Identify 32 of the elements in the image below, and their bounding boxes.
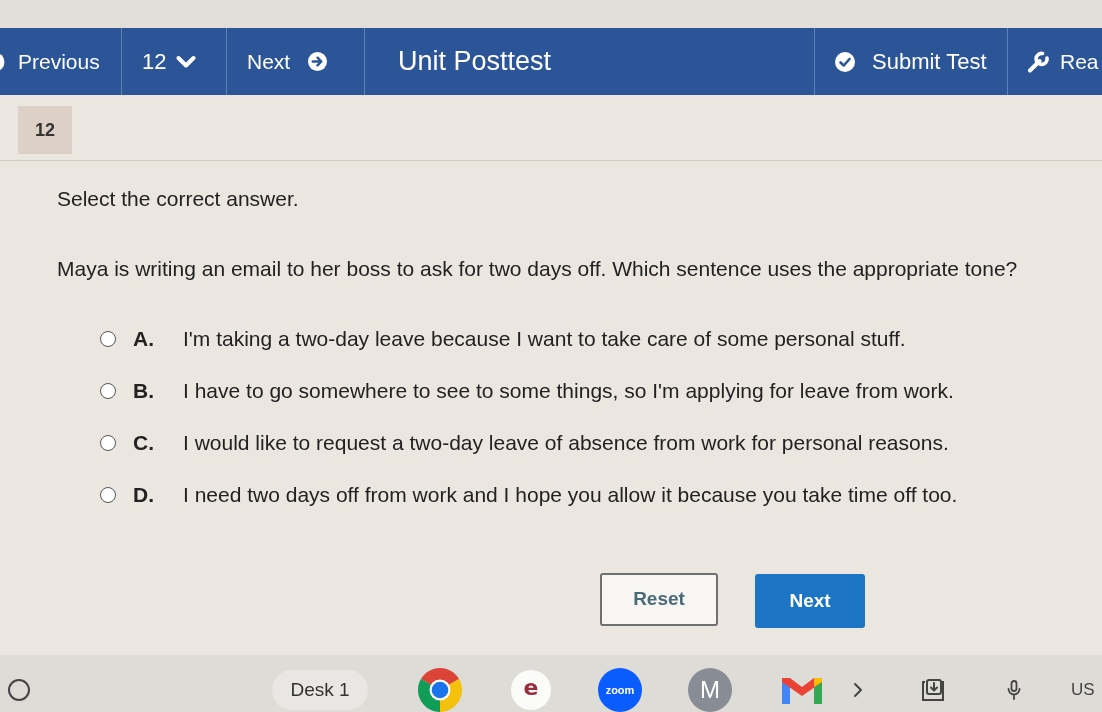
arrow-circle-icon[interactable]	[308, 52, 328, 71]
question-number: 12	[18, 106, 72, 154]
option-letter: B.	[133, 379, 155, 403]
tricolor-circle-icon[interactable]	[418, 667, 462, 712]
instruction-text: Select the correct answer.	[57, 187, 299, 211]
chevron-right-icon[interactable]	[853, 681, 863, 698]
radio-button[interactable]	[100, 383, 116, 399]
option-letter: A.	[133, 327, 155, 351]
option-text: I'm taking a two-day leave because I want to take care of some personal stuff.	[183, 327, 906, 351]
chevron-down-icon[interactable]	[176, 54, 197, 69]
download-tray-icon[interactable]	[921, 678, 945, 701]
app-button[interactable]: zoom	[598, 667, 642, 712]
launcher-icon[interactable]	[8, 678, 30, 701]
check-circle-icon[interactable]	[835, 51, 855, 72]
wrench-icon[interactable]	[1027, 50, 1049, 73]
previous-button[interactable]: Previous	[0, 28, 122, 95]
question-text: Maya is writing an email to her boss to ask for two days off. Which sentence uses the appropriate tone?	[57, 257, 1018, 281]
option-text: I have to go somewhere to see to some things, so I'm applying for leave from work.	[183, 379, 954, 403]
radio-button[interactable]	[100, 331, 116, 347]
reset-button[interactable]: Reset	[600, 572, 718, 626]
option-letter: D.	[133, 483, 155, 507]
keyboard-locale[interactable]: US	[1071, 679, 1095, 700]
option-text: I would like to request a two-day leave of absence from work for personal reasons.	[183, 431, 949, 455]
radio-button[interactable]	[100, 487, 116, 503]
test-title: Unit Posttest	[398, 46, 552, 77]
microphone-icon[interactable]	[1007, 679, 1021, 700]
desk-button[interactable]: Desk 1	[272, 669, 368, 710]
option-text: I need two days off from work and I hope you allow it because you take time off too.	[183, 483, 958, 507]
next-button[interactable]: Next	[755, 574, 865, 628]
radio-button[interactable]	[100, 435, 116, 451]
app-button[interactable]: e	[511, 669, 551, 710]
option-letter: C.	[133, 431, 155, 455]
